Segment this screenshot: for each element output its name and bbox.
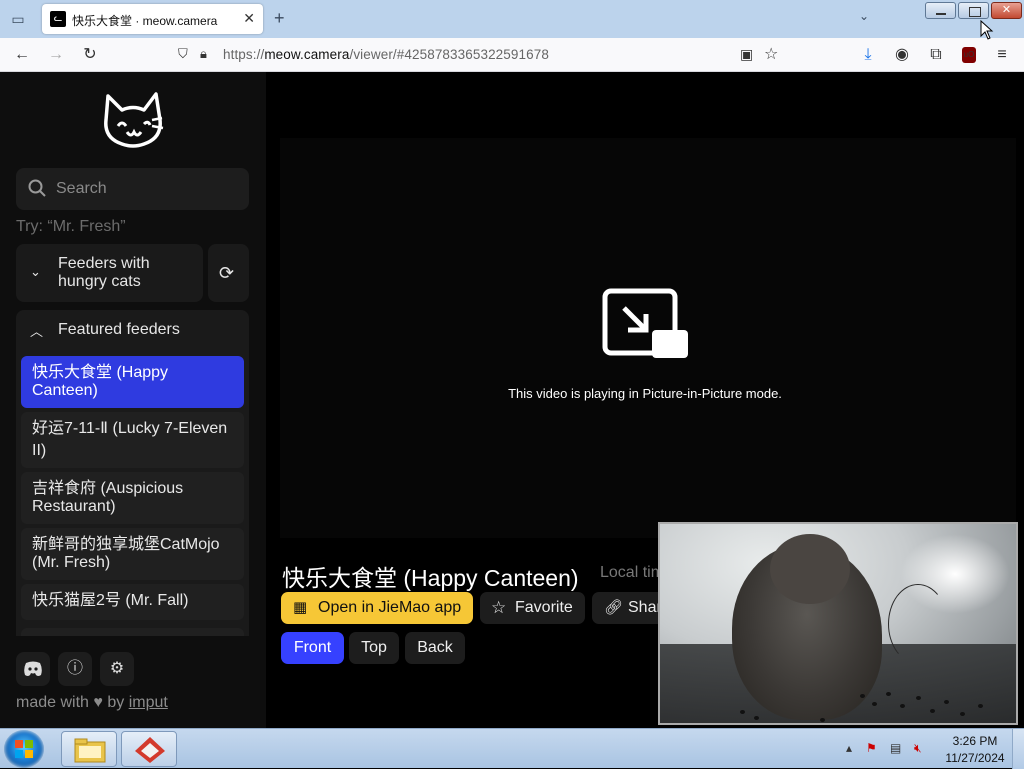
- feeder-item-next[interactable]: [21, 628, 244, 636]
- view-top-button[interactable]: Top: [349, 632, 399, 664]
- feeder-list[interactable]: 快乐大食堂 (Happy Canteen) 好运7-11-Ⅱ (Lucky 7-…: [16, 350, 249, 636]
- browser-tab[interactable]: ᓚ 快乐大食堂 · meow.camera ✕: [42, 4, 263, 34]
- tracking-protection-icon[interactable]: ⛉: [178, 46, 188, 62]
- wire-image: [888, 584, 948, 664]
- meow-camera-logo-icon[interactable]: [100, 90, 166, 150]
- tab-title: 快乐大食堂 · meow.camera: [72, 14, 218, 28]
- tab-close-icon[interactable]: ✕: [243, 10, 255, 27]
- feeder-item-happy-canteen[interactable]: 快乐大食堂 (Happy Canteen): [21, 356, 244, 408]
- new-tab-button[interactable]: +: [274, 8, 285, 29]
- view-front-button[interactable]: Front: [281, 632, 344, 664]
- author-link[interactable]: imput: [129, 694, 168, 711]
- browser-app-icon: [135, 737, 165, 763]
- view-back-button[interactable]: Back: [405, 632, 465, 664]
- featured-feeders-label: Featured feeders: [58, 321, 180, 338]
- browser-tab-bar: ▭ ᓚ 快乐大食堂 · meow.camera ✕ + ⌄ ✕: [0, 0, 1024, 38]
- clock-date[interactable]: 11/27/2024: [940, 751, 1010, 765]
- extensions-icon[interactable]: ⧉: [926, 45, 946, 65]
- search-icon: [28, 179, 46, 197]
- ublock-origin-icon[interactable]: uO: [962, 47, 976, 63]
- show-desktop-button[interactable]: [1012, 729, 1024, 769]
- feeder-item-mr-fresh[interactable]: 新鲜哥的独享城堡CatMojo (Mr. Fresh): [21, 528, 244, 580]
- video-player[interactable]: This video is playing in Picture-in-Pict…: [280, 138, 1016, 538]
- about-button[interactable]: ⓘ: [58, 652, 92, 686]
- window-minimize-button[interactable]: [925, 2, 956, 19]
- folder-icon: [74, 738, 106, 763]
- chevron-up-icon: ︿: [30, 324, 44, 339]
- site-favicon-icon: ᓚ: [50, 11, 66, 27]
- favorite-button[interactable]: ☆ Favorite: [480, 592, 585, 624]
- mouse-cursor-icon: [980, 20, 994, 40]
- search-hint: Try: “Mr. Fresh”: [16, 218, 126, 235]
- featured-feeders-toggle[interactable]: ︿ Featured feeders: [16, 310, 249, 350]
- reader-view-icon[interactable]: ▣: [740, 46, 753, 63]
- feeder-item-mr-fall[interactable]: 快乐猫屋2号 (Mr. Fall): [21, 584, 244, 620]
- account-icon[interactable]: ◉: [892, 45, 912, 65]
- app-menu-icon[interactable]: ≡: [992, 45, 1012, 65]
- refresh-button[interactable]: ⟳: [208, 244, 249, 302]
- heart-icon: ♥: [93, 694, 103, 711]
- star-icon: ☆: [491, 598, 507, 617]
- action-center-icon[interactable]: ⚑: [866, 741, 877, 755]
- window-close-button[interactable]: ✕: [991, 2, 1022, 19]
- downloads-icon[interactable]: ⤓: [858, 45, 878, 65]
- taskbar-explorer-button[interactable]: [61, 731, 117, 767]
- pip-video-window[interactable]: [658, 522, 1018, 725]
- volume-muted-icon[interactable]: 🔇︎: [914, 741, 922, 756]
- discord-button[interactable]: [16, 652, 50, 686]
- list-all-tabs-icon[interactable]: ⌄: [859, 9, 869, 23]
- feeder-item-lucky-7-eleven[interactable]: 好运7-11-Ⅱ (Lucky 7-Eleven II): [21, 412, 244, 468]
- reload-icon[interactable]: ↻: [80, 45, 100, 65]
- back-arrow-icon[interactable]: ←: [12, 45, 32, 65]
- cat-head-image: [770, 534, 850, 604]
- show-hidden-icons-icon[interactable]: ▴: [846, 741, 852, 755]
- settings-button[interactable]: ⚙: [100, 652, 134, 686]
- search-input[interactable]: [56, 168, 242, 210]
- hungry-cats-toggle[interactable]: ⌄ Feeders with hungry cats: [16, 244, 203, 302]
- url-text[interactable]: https://meow.camera/viewer/#425878336532…: [223, 47, 549, 62]
- network-icon[interactable]: ▤: [890, 741, 901, 755]
- clock-time[interactable]: 3:26 PM: [945, 734, 1005, 748]
- lock-icon[interactable]: 🔒︎: [200, 46, 207, 62]
- windows-taskbar: ▴ ⚑ ▤ 🔇︎ 3:26 PM 11/27/2024: [0, 728, 1024, 769]
- chevron-down-icon: ⌄: [30, 264, 41, 279]
- start-button[interactable]: [4, 730, 44, 768]
- address-bar[interactable]: ⛉ 🔒︎ https://meow.camera/viewer/#4258783…: [172, 42, 792, 68]
- window-restore-button[interactable]: [958, 2, 989, 19]
- feeder-title: 快乐大食堂 (Happy Canteen): [282, 565, 579, 591]
- pip-message: This video is playing in Picture-in-Pict…: [508, 386, 782, 401]
- picture-in-picture-icon: [602, 288, 688, 358]
- made-with-credit: made with ♥ by imput: [16, 694, 168, 711]
- search-box: [16, 168, 249, 210]
- bookmark-star-icon[interactable]: ☆: [764, 44, 778, 64]
- sidebar: Try: “Mr. Fresh” ⌄ Feeders with hungry c…: [0, 72, 266, 728]
- gear-icon: ⚙: [109, 660, 125, 677]
- discord-icon: [24, 661, 42, 676]
- feeder-item-auspicious-restaurant[interactable]: 吉祥食府 (Auspicious Restaurant): [21, 472, 244, 524]
- refresh-icon: ⟳: [219, 263, 235, 283]
- qr-code-icon: ▦: [293, 599, 308, 616]
- info-icon: ⓘ: [66, 660, 83, 677]
- windows-logo-icon: [15, 740, 33, 758]
- link-icon: 🔗︎: [604, 599, 624, 616]
- forward-arrow-icon[interactable]: →: [46, 45, 66, 65]
- tab-list-icon[interactable]: ▭: [8, 9, 28, 29]
- browser-nav-bar: ← → ↻ ⛉ 🔒︎ https://meow.camera/viewer/#4…: [0, 38, 1024, 72]
- hungry-cats-label: Feeders with hungry cats: [58, 255, 150, 290]
- taskbar-firefox-button[interactable]: [121, 731, 177, 767]
- open-in-app-button[interactable]: ▦ Open in JieMao app: [281, 592, 473, 624]
